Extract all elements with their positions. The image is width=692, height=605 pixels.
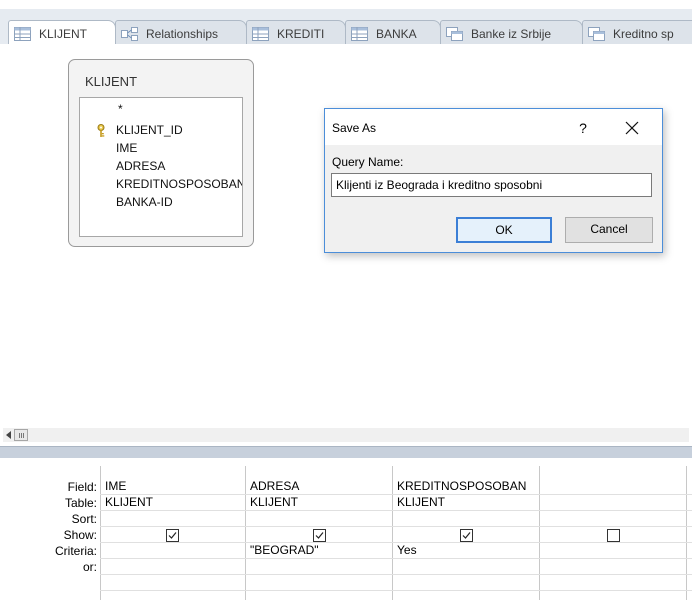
row-label-table: Table:: [64, 496, 97, 510]
tab-label: Kreditno sp: [613, 26, 674, 41]
tab-label: KLIJENT: [39, 26, 88, 41]
dialog-title: Save As: [332, 121, 377, 135]
cancel-button[interactable]: Cancel: [565, 217, 653, 243]
field-list[interactable]: * KLIJENT_ID IME ADRESA KREDITNOSPOSOBAN…: [79, 97, 243, 237]
show-checkbox-2[interactable]: [313, 529, 326, 542]
grid-divider: [100, 466, 101, 600]
tab-banke-iz-srbije[interactable]: Banke iz Srbije: [440, 20, 583, 46]
table-field-list-klijent[interactable]: KLIJENT * KLIJENT_ID IME ADRESA KREDITNO…: [68, 59, 254, 247]
tab-krediti[interactable]: KREDITI: [246, 20, 346, 46]
scrollbar-track[interactable]: [3, 428, 689, 442]
grid-cell-field[interactable]: KREDITNOSPOSOBAN: [397, 479, 526, 493]
thumb-grip: [21, 433, 22, 438]
query-icon: [588, 26, 605, 41]
tab-label: Relationships: [146, 26, 219, 41]
grid-divider: [686, 466, 687, 600]
row-label-criteria: Criteria:: [54, 544, 97, 558]
query-icon: [446, 26, 463, 41]
check-icon: [462, 532, 471, 539]
tab-label: KREDITI: [277, 26, 325, 41]
primary-key-icon: [97, 124, 105, 137]
row-label-field: Field:: [67, 480, 97, 494]
query-design-grid: Field: Table: Sort: Show: Criteria: or: …: [0, 458, 692, 605]
grid-cell-field[interactable]: IME: [105, 479, 126, 493]
grid-row-divider: [100, 510, 692, 511]
check-icon: [315, 532, 324, 539]
check-icon: [168, 532, 177, 539]
row-label-sort: Sort:: [71, 512, 97, 526]
thumb-grip: [19, 433, 20, 438]
query-name-label: Query Name:: [332, 155, 404, 169]
help-button[interactable]: ?: [571, 116, 595, 140]
qbe-grid: IME KLIJENT ADRESA KLIJENT "BEOGRAD" KRE…: [100, 466, 692, 600]
show-checkbox-3[interactable]: [460, 529, 473, 542]
grid-row-divider: [100, 558, 692, 559]
close-button[interactable]: [617, 116, 647, 140]
grid-divider: [392, 466, 393, 600]
grid-cell-table[interactable]: KLIJENT: [397, 495, 445, 509]
query-name-input[interactable]: [331, 173, 652, 197]
grid-row-divider: [100, 494, 692, 495]
save-as-dialog: Save As ? Query Name: OK Cancel: [324, 108, 663, 253]
tab-kreditno-sp[interactable]: Kreditno sp: [582, 20, 692, 46]
row-label-or: or:: [82, 560, 97, 574]
field-list-item-adresa[interactable]: ADRESA: [116, 159, 165, 173]
tab-klijent[interactable]: KLIJENT: [8, 20, 116, 46]
relationships-icon: [121, 26, 138, 41]
tab-relationships[interactable]: Relationships: [115, 20, 247, 46]
field-list-item-kreditnosposoban[interactable]: KREDITNOSPOSOBAN: [116, 177, 242, 191]
tab-label: Banke iz Srbije: [471, 26, 552, 41]
grid-cell-table[interactable]: KLIJENT: [105, 495, 153, 509]
table-icon: [14, 26, 31, 41]
scrollbar-thumb[interactable]: [14, 429, 28, 441]
close-icon: [625, 121, 639, 135]
field-list-item-all[interactable]: *: [118, 102, 123, 116]
show-checkbox-4[interactable]: [607, 529, 620, 542]
field-list-item-klijent-id[interactable]: KLIJENT_ID: [116, 123, 183, 137]
field-list-item-banka-id[interactable]: BANKA-ID: [116, 195, 173, 209]
table-icon: [351, 26, 368, 41]
grid-cell-field[interactable]: ADRESA: [250, 479, 299, 493]
tab-banka[interactable]: BANKA: [345, 20, 441, 46]
document-tab-strip: KLIJENT Relationships KREDITI BANKA Bank…: [0, 0, 692, 46]
grid-row-divider: [100, 526, 692, 527]
tab-label: BANKA: [376, 26, 417, 41]
tab-strip-top-border: [0, 0, 692, 9]
thumb-grip: [23, 433, 24, 438]
query-design-surface[interactable]: KLIJENT * KLIJENT_ID IME ADRESA KREDITNO…: [0, 44, 692, 422]
grid-cell-criteria[interactable]: Yes: [397, 543, 417, 557]
grid-divider: [539, 466, 540, 600]
row-label-show: Show:: [63, 528, 97, 542]
grid-cell-criteria[interactable]: "BEOGRAD": [250, 543, 319, 557]
table-icon: [252, 26, 269, 41]
grid-divider: [245, 466, 246, 600]
grid-row-divider: [100, 542, 692, 543]
grid-row-divider: [100, 590, 692, 591]
field-list-item-ime[interactable]: IME: [116, 141, 137, 155]
scroll-left-arrow-icon[interactable]: [6, 431, 11, 439]
grid-cell-table[interactable]: KLIJENT: [250, 495, 298, 509]
design-horizontal-scrollbar[interactable]: [0, 422, 692, 444]
grid-row-divider: [100, 574, 692, 575]
field-list-title: KLIJENT: [85, 74, 138, 89]
ok-button[interactable]: OK: [456, 217, 552, 243]
show-checkbox-1[interactable]: [166, 529, 179, 542]
